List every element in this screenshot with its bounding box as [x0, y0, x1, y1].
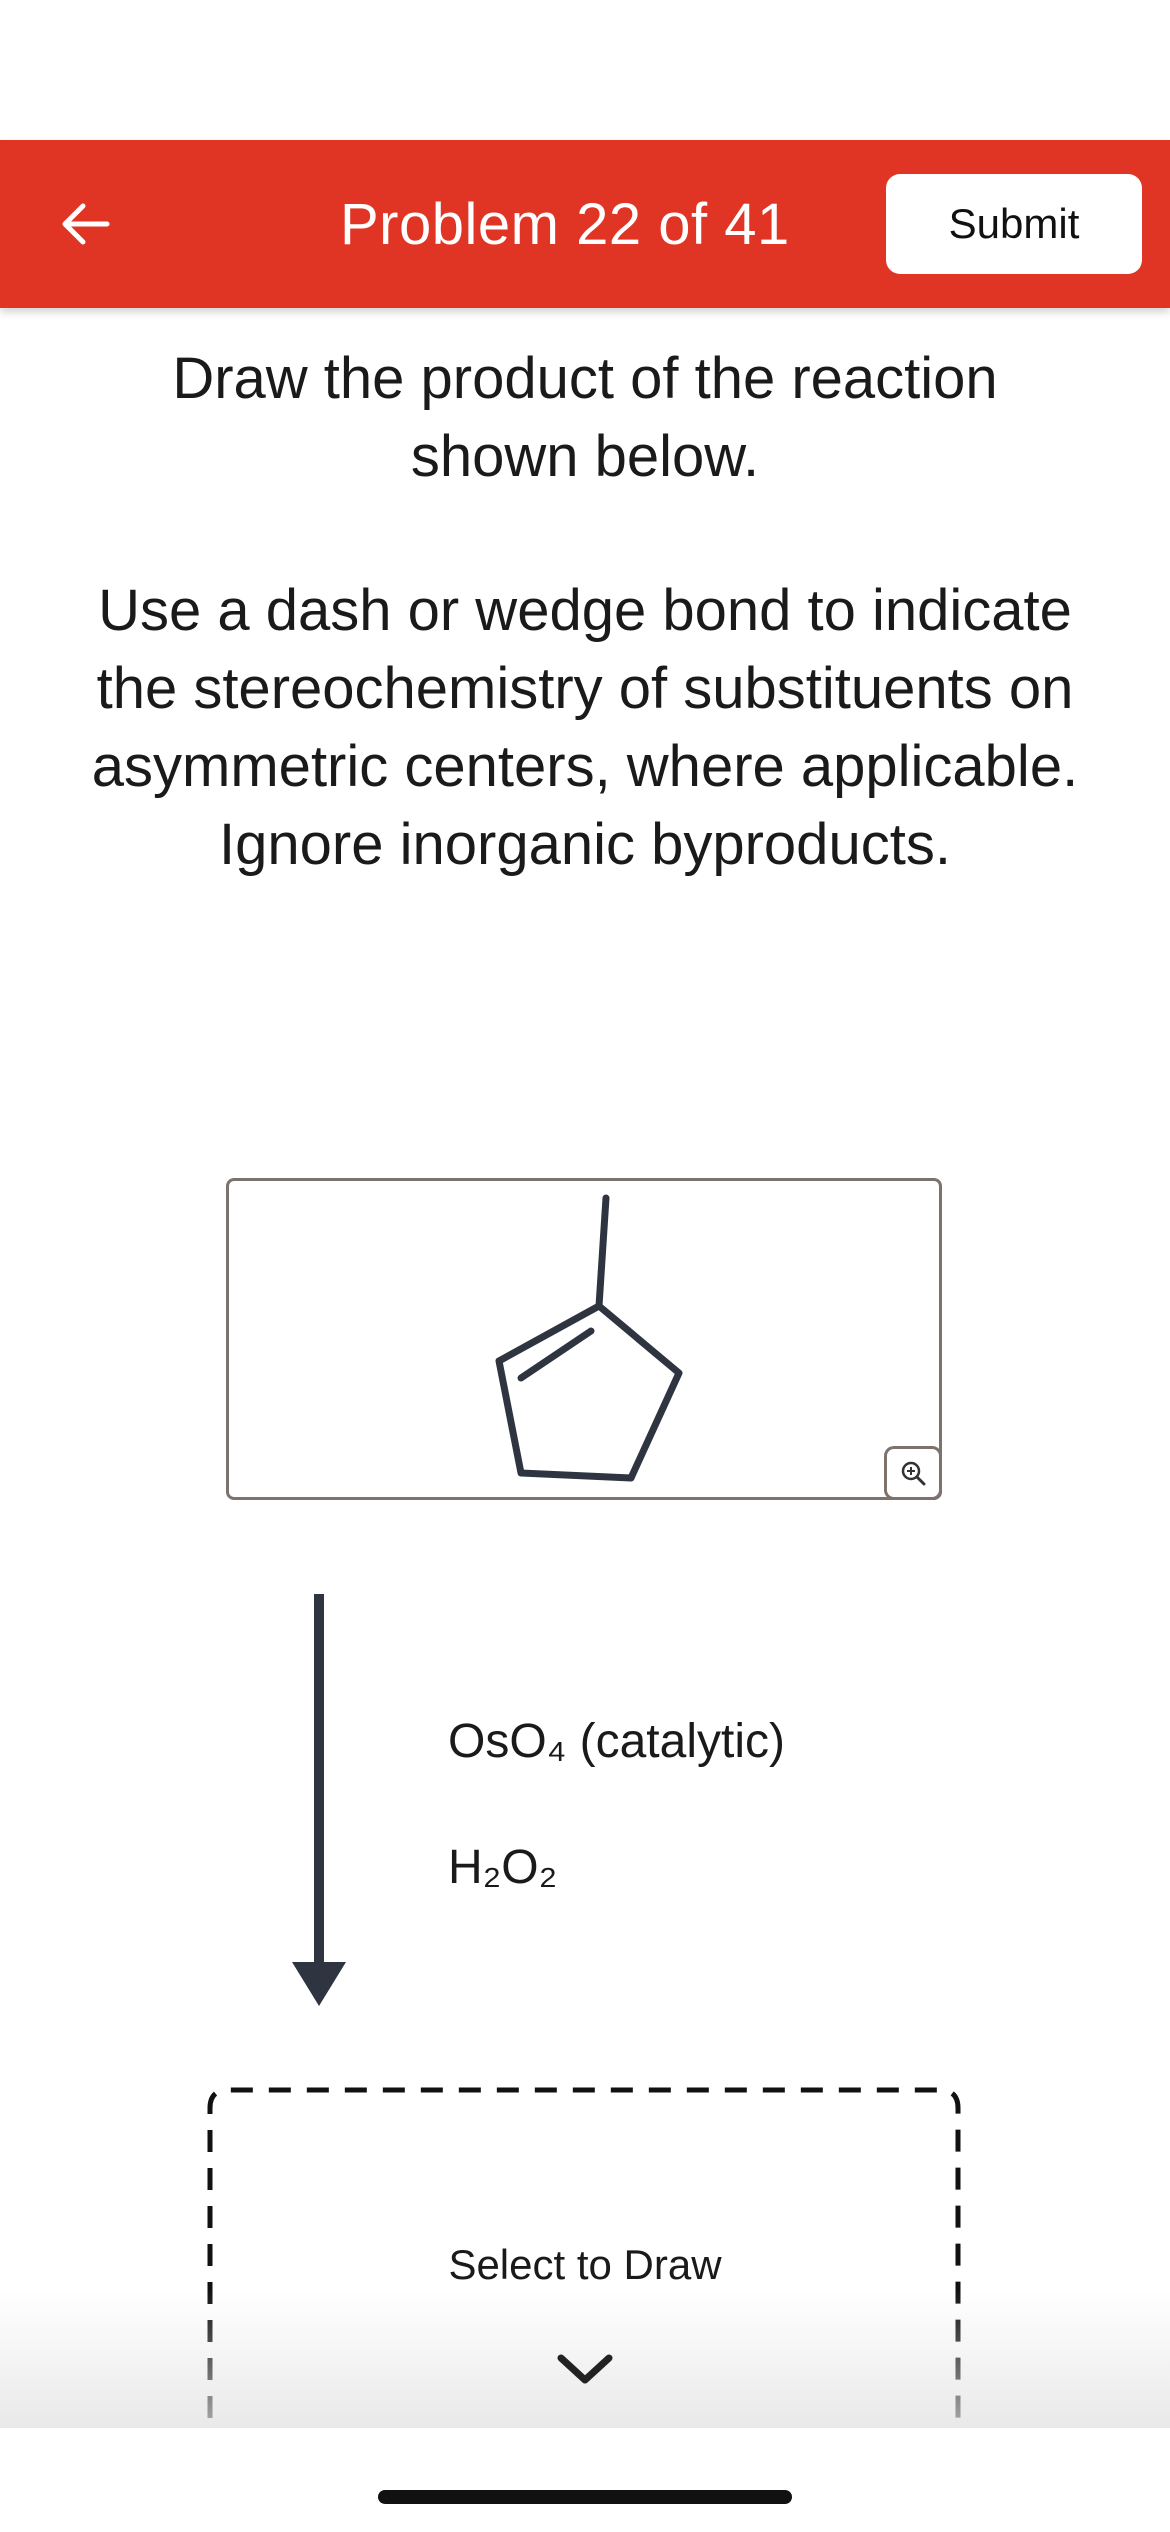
methyl-bond — [595, 1194, 610, 1310]
zoom-in-icon — [901, 1461, 926, 1486]
submit-button[interactable]: Submit — [886, 174, 1142, 274]
zoom-button[interactable] — [884, 1446, 942, 1500]
page-title: Problem 22 of 41 — [340, 192, 790, 257]
header-bar: Problem 22 of 41 Submit — [0, 140, 1170, 308]
select-to-draw-label[interactable]: Select to Draw — [0, 2238, 1170, 2292]
chevron-down-icon[interactable] — [555, 2350, 615, 2390]
reagent-hydrogen-peroxide: H₂O₂ — [448, 1841, 558, 1894]
double-bond-inner — [517, 1327, 595, 1382]
instruction-text-1: Draw the product of the reaction shown b… — [172, 346, 998, 489]
instruction-text-2: Use a dash or wedge bond to indicate the… — [91, 578, 1079, 877]
reaction-arrow — [292, 1594, 346, 2006]
back-arrow-icon — [62, 203, 110, 245]
back-button[interactable] — [40, 184, 130, 264]
reagent-osmium-tetroxide: OsO₄ (catalytic) — [448, 1715, 785, 1768]
status-bar-area — [0, 0, 1170, 140]
reactant-structure-box — [226, 1178, 942, 1500]
instructions: Draw the product of the reaction shown b… — [60, 340, 1110, 884]
home-indicator[interactable] — [378, 2490, 792, 2504]
reactant-molecule — [495, 1194, 683, 1482]
bottom-bar — [0, 2428, 1170, 2532]
